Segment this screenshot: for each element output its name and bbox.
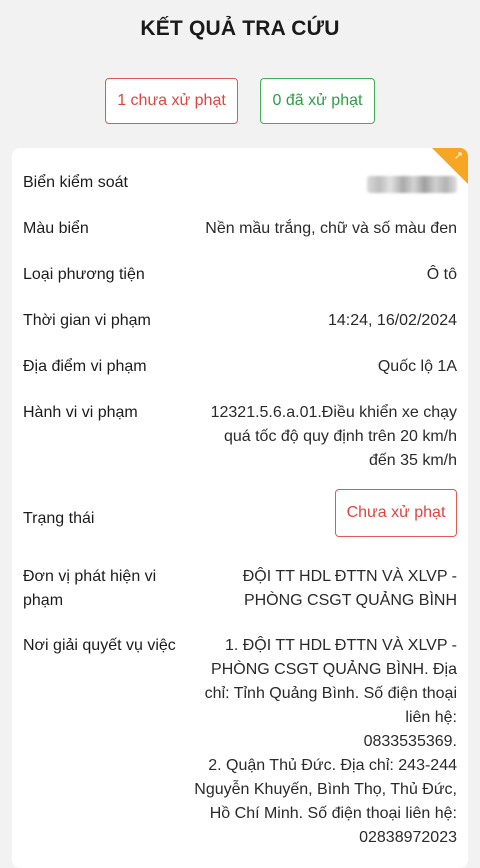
- resolution-place-line: chỉ: Tỉnh Quảng Bình. Số điện thoại: [204, 685, 457, 702]
- resolution-place-line: 1. ĐỘI TT HDL ĐTTN VÀ XLVP -: [224, 637, 457, 654]
- resolution-place-phone: 02838972023: [359, 829, 457, 846]
- resolution-place-line: 2. Quận Thủ Đức. Địa chỉ: 243-244: [208, 757, 457, 774]
- violation-time-label: Thời gian vi phạm: [23, 312, 151, 329]
- unpaid-filter-button[interactable]: 1 chưa xử phạt: [105, 78, 238, 124]
- violation-location-value: Quốc lộ 1A: [377, 358, 457, 375]
- violation-time-value: 14:24, 16/02/2024: [327, 312, 457, 329]
- violation-behavior-line: quá tốc độ quy định trên 20 km/h: [223, 428, 457, 445]
- status-badge[interactable]: Chưa xử phạt: [335, 489, 457, 537]
- detecting-unit-label-line: Đơn vị phát hiện vi: [23, 568, 157, 585]
- resolution-place-phone: 0833535369.: [363, 733, 457, 750]
- detecting-unit-line: PHÒNG CSGT QUẢNG BÌNH: [243, 592, 457, 609]
- page-title: KẾT QUẢ TRA CỨU: [140, 17, 340, 40]
- resolution-place-line: Nguyễn Khuyến, Bình Thọ, Thủ Đức,: [194, 781, 457, 798]
- detecting-unit-label-line: phạm: [23, 592, 64, 609]
- violation-behavior-line: 12321.5.6.a.01.Điều khiển xe chạy: [210, 404, 457, 421]
- resolution-place-label: Nơi giải quyết vụ việc: [23, 637, 176, 654]
- paid-filter-button[interactable]: 0 đã xử phạt: [260, 78, 375, 124]
- resolution-place-line: liên hệ:: [405, 709, 457, 726]
- plate-color-value: Nền mầu trắng, chữ và số màu đen: [205, 220, 457, 237]
- violation-behavior-line: đến 35 km/h: [368, 452, 457, 469]
- detecting-unit-label: Đơn vị phát hiện vi phạm: [23, 565, 156, 613]
- violation-card: ↗ Biển kiểm soát Màu biển Nền mầu trắng,…: [12, 148, 468, 868]
- plate-number-blurred: [367, 176, 457, 193]
- resolution-place-value: 1. ĐỘI TT HDL ĐTTN VÀ XLVP - PHÒNG CSGT …: [194, 634, 457, 850]
- violation-location-label: Địa điểm vi phạm: [23, 358, 147, 375]
- vehicle-type-value: Ô tô: [426, 266, 457, 283]
- plate-label: Biển kiểm soát: [23, 174, 128, 191]
- violation-behavior-label: Hành vi vi phạm: [23, 404, 138, 421]
- violation-behavior-value: 12321.5.6.a.01.Điều khiển xe chạy quá tố…: [211, 401, 457, 473]
- status-label: Trạng thái: [23, 510, 95, 527]
- resolution-place-line: PHÒNG CSGT QUẢNG BÌNH. Địa: [211, 661, 457, 678]
- resolution-place-line: Hồ Chí Minh. Số điện thoại liên hệ:: [209, 805, 457, 822]
- edit-icon[interactable]: ↗: [454, 151, 463, 162]
- vehicle-type-label: Loại phương tiện: [23, 266, 145, 283]
- detecting-unit-value: ĐỘI TT HDL ĐTTN VÀ XLVP - PHÒNG CSGT QUẢ…: [243, 565, 457, 613]
- detecting-unit-line: ĐỘI TT HDL ĐTTN VÀ XLVP -: [242, 568, 457, 585]
- plate-color-label: Màu biển: [23, 220, 89, 237]
